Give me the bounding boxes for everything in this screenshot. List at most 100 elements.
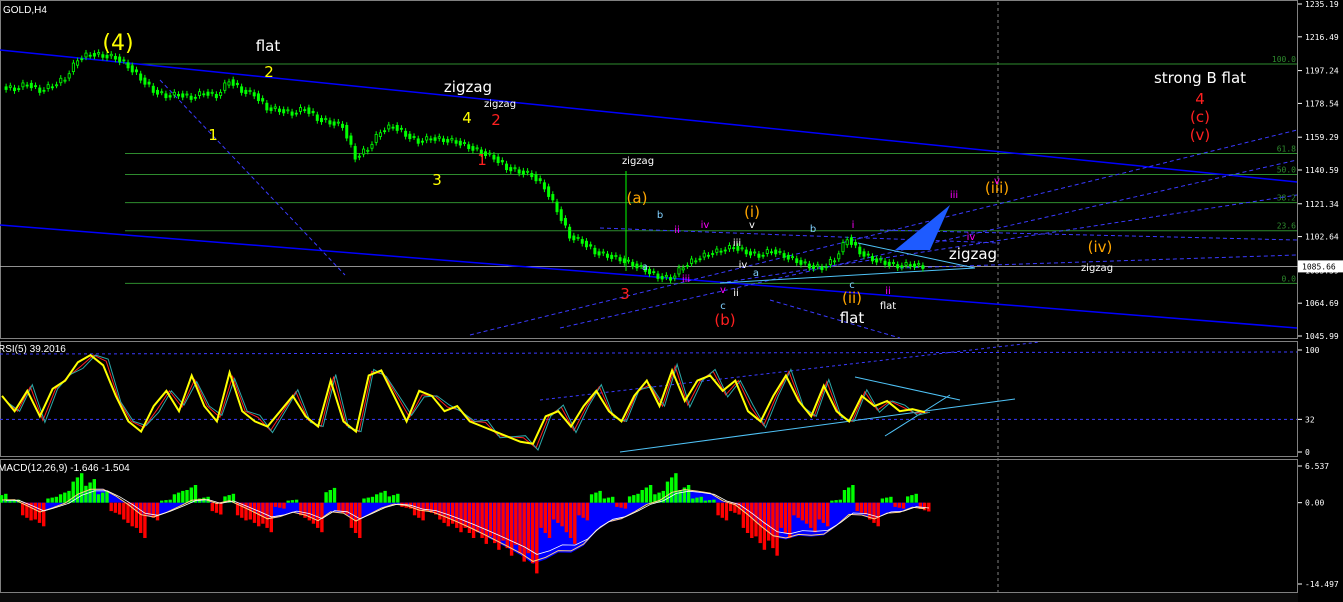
current-price-label: 1085.66 xyxy=(1302,262,1336,271)
candle-body xyxy=(807,263,811,269)
candle-body xyxy=(46,84,50,89)
candle-body xyxy=(849,237,853,245)
candle-body xyxy=(38,87,42,93)
wave-label: flat xyxy=(880,301,896,312)
wave-label: zigzag xyxy=(444,78,492,96)
wave-label: ii xyxy=(885,286,891,297)
price-tick-label: 1216.49 xyxy=(1305,33,1339,42)
macd-histogram-bar xyxy=(366,497,370,503)
candle-body xyxy=(177,94,181,97)
macd-histogram-bar xyxy=(387,496,391,503)
candle-body xyxy=(761,254,765,257)
candle-body xyxy=(542,182,546,190)
candle-body xyxy=(711,253,715,255)
candle-body xyxy=(627,259,631,262)
macd-histogram-bar xyxy=(602,498,606,503)
candle-body xyxy=(883,260,887,265)
macd-histogram-bar xyxy=(910,495,914,503)
macd-histogram-bar xyxy=(796,502,800,518)
macd-panel-frame xyxy=(0,459,1298,593)
symbol-title: GOLD,H4 xyxy=(3,5,47,16)
macd-histogram-bar xyxy=(391,495,396,503)
candle-body xyxy=(677,267,681,275)
candle-body xyxy=(887,261,891,266)
macd-histogram-bar xyxy=(421,502,425,521)
candle-body xyxy=(593,247,597,255)
candle-body xyxy=(866,253,870,256)
wave-label: 1 xyxy=(208,126,218,144)
macd-histogram-bar xyxy=(362,498,366,503)
candle-body xyxy=(240,86,244,93)
candle-body xyxy=(298,107,302,112)
candle-body xyxy=(462,142,466,145)
macd-histogram-bar xyxy=(573,502,577,544)
candle-body xyxy=(235,82,239,86)
fib-level-label: 50.0 xyxy=(1277,166,1296,175)
candle-body xyxy=(341,123,345,128)
wave-label: flat xyxy=(840,309,865,327)
wave-label: zigzag xyxy=(1081,263,1113,274)
candle-body xyxy=(673,275,677,279)
projection-wedge xyxy=(895,205,950,250)
wave-label: iv xyxy=(739,260,748,271)
wave-label: strong B flat xyxy=(1154,69,1246,87)
candle-body xyxy=(366,149,370,152)
macd-histogram-bar xyxy=(164,500,168,503)
candle-body xyxy=(492,154,496,160)
macd-histogram-bar xyxy=(897,502,901,508)
wave-label: (iv) xyxy=(1088,238,1113,256)
macd-histogram-bar xyxy=(122,502,126,520)
candle-body xyxy=(92,53,96,57)
macd-histogram-bar xyxy=(745,502,750,533)
price-tick-label: 1064.69 xyxy=(1305,299,1339,308)
candle-body xyxy=(59,77,63,84)
candle-body xyxy=(13,87,17,92)
macd-histogram-bar xyxy=(311,502,316,524)
candle-body xyxy=(126,62,130,69)
candle-body xyxy=(698,258,702,261)
candle-body xyxy=(332,121,336,126)
macd-histogram-bar xyxy=(370,496,375,503)
wave-label: 2 xyxy=(264,63,274,81)
candle-body xyxy=(824,266,828,269)
macd-histogram-bar xyxy=(455,502,459,528)
macd-histogram-bar xyxy=(273,502,278,507)
rsi-signal-teal xyxy=(6,354,931,451)
candle-body xyxy=(357,155,361,158)
candle-body xyxy=(303,109,307,112)
macd-histogram-bar xyxy=(800,502,805,521)
trading-chart[interactable]: GOLD,H4 1235.19 1216.49 1197.24 1178.54 1159… xyxy=(0,0,1343,602)
macd-histogram-bar xyxy=(889,496,893,503)
candle-body xyxy=(370,144,374,149)
candle-body xyxy=(231,79,235,86)
candle-body xyxy=(664,274,668,278)
macd-histogram-bar xyxy=(707,500,712,503)
candle-body xyxy=(425,136,429,141)
macd-histogram-bar xyxy=(623,502,628,509)
rsi-signal-red xyxy=(4,354,929,449)
macd-histogram-bar xyxy=(834,500,838,503)
macd-histogram-bar xyxy=(185,490,189,503)
wave-label: 2 xyxy=(491,111,501,129)
candle-body xyxy=(202,93,206,96)
macd-histogram-bar xyxy=(463,502,467,528)
candle-body xyxy=(526,170,530,173)
macd-histogram-bar xyxy=(775,502,779,556)
macd-histogram-bar xyxy=(33,502,37,520)
candle-body xyxy=(614,255,618,257)
macd-histogram-bar xyxy=(927,502,931,512)
macd-histogram-bar xyxy=(501,502,505,541)
wave-label: (v) xyxy=(1190,126,1211,144)
wave-label: flat xyxy=(256,37,281,55)
candle-body xyxy=(471,146,475,151)
wave-label: zigzag xyxy=(949,245,997,263)
macd-tick-label: 0.00 xyxy=(1305,499,1324,508)
macd-histogram-bar xyxy=(286,500,290,503)
candle-body xyxy=(391,126,395,129)
macd-histogram-bar xyxy=(750,502,754,538)
candle-body xyxy=(748,251,752,256)
candle-body xyxy=(656,273,660,279)
wave-label: (a) xyxy=(627,189,648,207)
macd-histogram-bar xyxy=(0,495,4,503)
macd-histogram-bar xyxy=(139,502,143,533)
